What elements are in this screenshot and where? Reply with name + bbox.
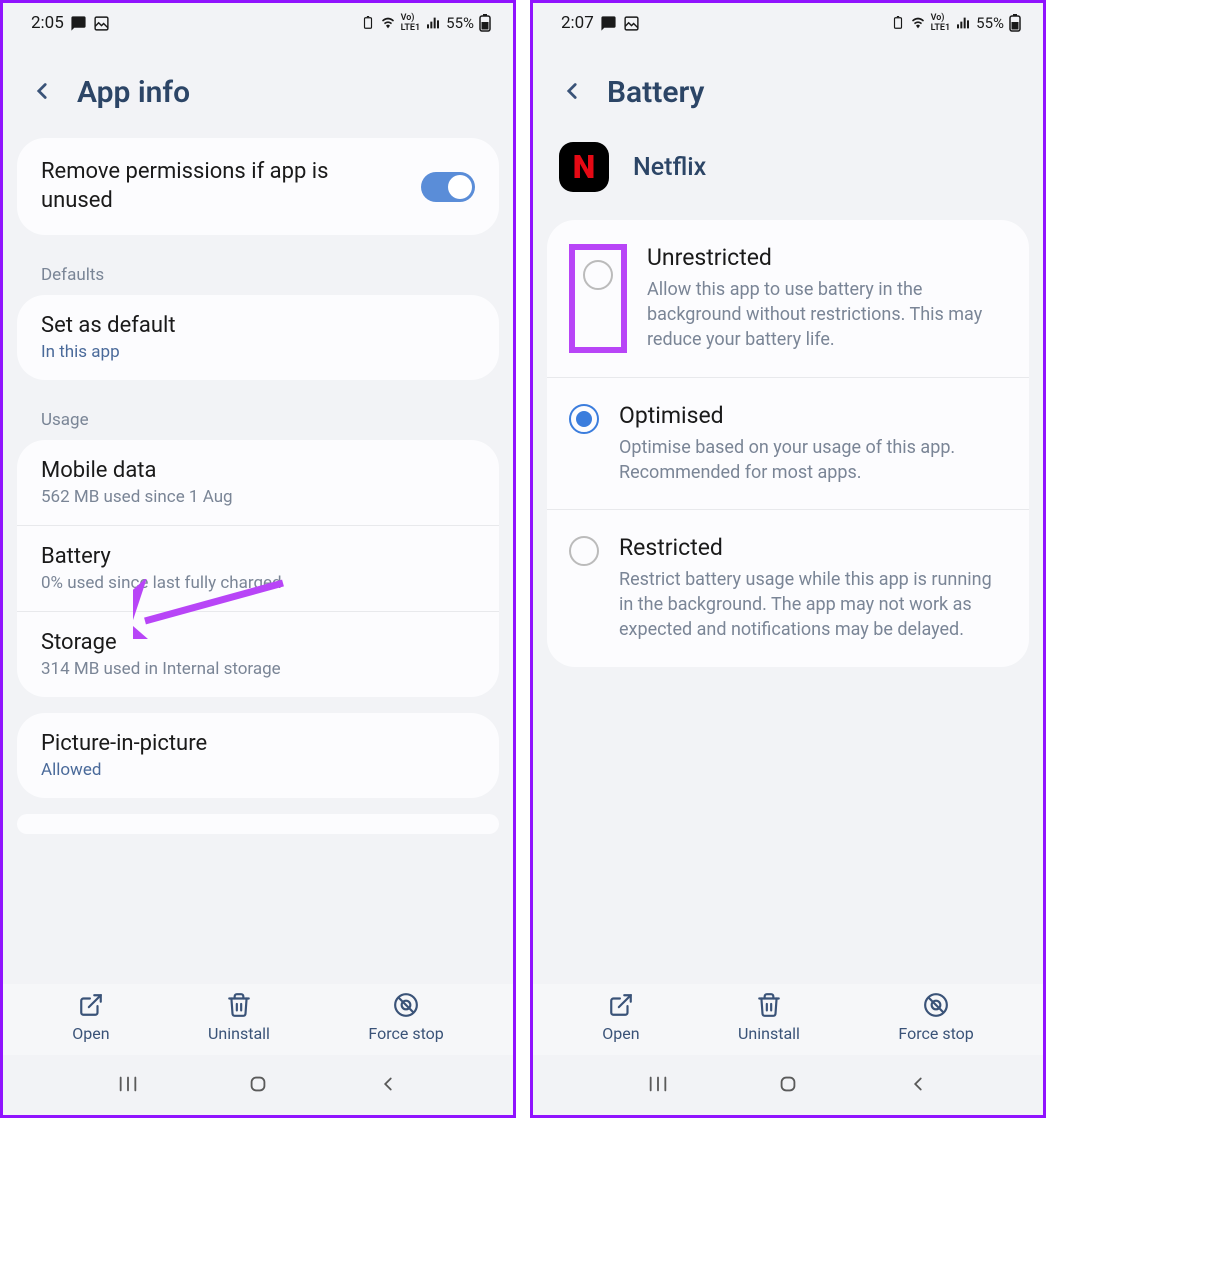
option-title: Unrestricted [647, 244, 1007, 271]
radio-icon[interactable] [583, 260, 613, 290]
image-icon [623, 15, 640, 32]
status-time: 2:05 [31, 13, 64, 33]
recents-nav-icon[interactable] [647, 1073, 669, 1099]
volte-icon: Vo)LTE1 [401, 13, 421, 33]
mobile-data-sub: 562 MB used since 1 Aug [41, 487, 475, 507]
image-icon [93, 15, 110, 32]
battery-icon [479, 14, 491, 32]
screen-battery: 2:07 Vo)LTE1 55% Battery N Netflix [530, 0, 1046, 1118]
unrestricted-option[interactable]: Unrestricted Allow this app to use batte… [547, 220, 1029, 378]
back-nav-icon[interactable] [907, 1073, 929, 1099]
remove-permissions-toggle[interactable] [421, 172, 475, 202]
mobile-data-row[interactable]: Mobile data 562 MB used since 1 Aug [17, 440, 499, 526]
back-icon[interactable] [29, 78, 55, 108]
remove-permissions-label: Remove permissions if app is unused [41, 158, 421, 215]
open-button[interactable]: Open [72, 992, 109, 1043]
pip-title: Picture-in-picture [41, 731, 475, 756]
option-desc: Allow this app to use battery in the bac… [647, 277, 1007, 353]
nav-bar [533, 1055, 1043, 1115]
uninstall-button[interactable]: Uninstall [208, 992, 270, 1043]
signal-icon [955, 15, 971, 31]
option-title: Optimised [619, 402, 1007, 429]
set-default-row[interactable]: Set as default In this app [17, 295, 499, 380]
battery-small-icon [891, 16, 905, 30]
status-time: 2:07 [561, 13, 594, 33]
back-icon[interactable] [559, 78, 585, 108]
battery-sub: 0% used since last fully charged [41, 573, 475, 593]
force-stop-button[interactable]: Force stop [898, 992, 973, 1043]
page-title: App info [77, 75, 190, 110]
force-stop-label: Force stop [368, 1024, 443, 1043]
restricted-option[interactable]: Restricted Restrict battery usage while … [547, 510, 1029, 667]
volte-icon: Vo)LTE1 [931, 13, 951, 33]
chat-icon [600, 15, 617, 32]
optimised-option[interactable]: Optimised Optimise based on your usage o… [547, 378, 1029, 510]
option-desc: Restrict battery usage while this app is… [619, 567, 1007, 643]
uninstall-label: Uninstall [208, 1024, 270, 1043]
battery-small-icon [361, 16, 375, 30]
app-name: Netflix [633, 153, 706, 182]
force-stop-button[interactable]: Force stop [368, 992, 443, 1043]
force-stop-label: Force stop [898, 1024, 973, 1043]
open-button[interactable]: Open [602, 992, 639, 1043]
signal-icon [425, 15, 441, 31]
home-nav-icon[interactable] [247, 1073, 269, 1099]
option-title: Restricted [619, 534, 1007, 561]
wifi-icon [380, 15, 396, 31]
battery-icon [1009, 14, 1021, 32]
bottom-actions: Open Uninstall Force stop [3, 984, 513, 1055]
header: App info [3, 39, 513, 138]
storage-sub: 314 MB used in Internal storage [41, 659, 475, 679]
radio-icon[interactable] [569, 404, 599, 434]
uninstall-button[interactable]: Uninstall [738, 992, 800, 1043]
defaults-section-label: Defaults [17, 251, 499, 295]
chat-icon [70, 15, 87, 32]
option-desc: Optimise based on your usage of this app… [619, 435, 1007, 485]
battery-percent: 55% [976, 14, 1004, 32]
wifi-icon [910, 15, 926, 31]
open-label: Open [602, 1024, 639, 1043]
status-bar: 2:07 Vo)LTE1 55% [533, 3, 1043, 39]
battery-row[interactable]: Battery 0% used since last fully charged [17, 526, 499, 612]
pip-row[interactable]: Picture-in-picture Allowed [17, 713, 499, 798]
uninstall-label: Uninstall [738, 1024, 800, 1043]
remove-permissions-row[interactable]: Remove permissions if app is unused [17, 138, 499, 235]
highlight-annotation [569, 244, 627, 353]
page-title: Battery [607, 75, 704, 110]
set-default-title: Set as default [41, 313, 475, 338]
home-nav-icon[interactable] [777, 1073, 799, 1099]
radio-icon[interactable] [569, 536, 599, 566]
pip-sub: Allowed [41, 760, 475, 780]
battery-title: Battery [41, 544, 475, 569]
header: Battery [533, 39, 1043, 138]
netflix-app-icon: N [559, 142, 609, 192]
back-nav-icon[interactable] [377, 1073, 399, 1099]
status-bar: 2:05 Vo)LTE1 55% [3, 3, 513, 39]
mobile-data-title: Mobile data [41, 458, 475, 483]
storage-title: Storage [41, 630, 475, 655]
bottom-actions: Open Uninstall Force stop [533, 984, 1043, 1055]
open-label: Open [72, 1024, 109, 1043]
usage-section-label: Usage [17, 396, 499, 440]
set-default-sub: In this app [41, 342, 475, 362]
recents-nav-icon[interactable] [117, 1073, 139, 1099]
nav-bar [3, 1055, 513, 1115]
app-header-row: N Netflix [533, 138, 1043, 220]
screen-app-info: 2:05 Vo)LTE1 55% [0, 0, 516, 1118]
storage-row[interactable]: Storage 314 MB used in Internal storage [17, 612, 499, 697]
battery-percent: 55% [446, 14, 474, 32]
